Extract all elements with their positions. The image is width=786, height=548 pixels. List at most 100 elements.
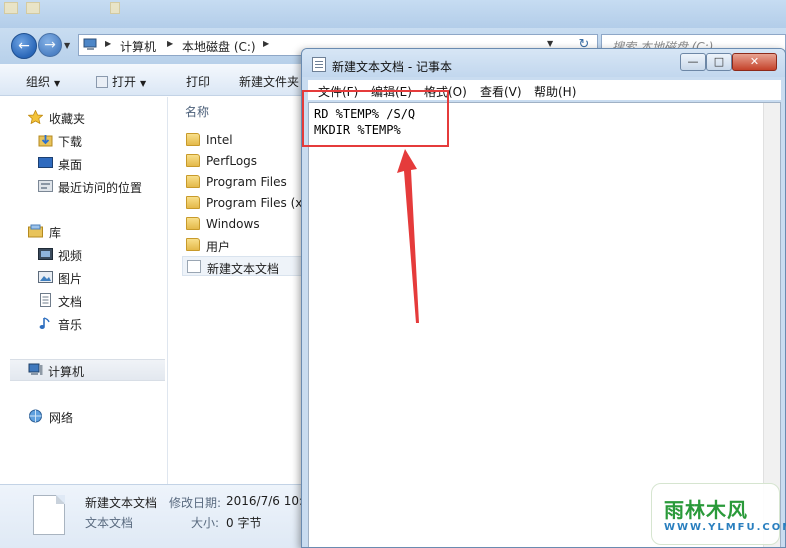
nav-libraries-label: 库 [49, 226, 62, 240]
folder-icon [186, 196, 200, 209]
nav-downloads[interactable]: 下载 [0, 130, 167, 150]
organize-button[interactable]: 组织 ▼ [26, 73, 60, 90]
chevron-down-icon: ▼ [54, 79, 61, 88]
watermark-text: 雨林木风 [664, 498, 748, 522]
print-button[interactable]: 打印 [186, 73, 210, 90]
breadcrumb-drive-c[interactable]: 本地磁盘 (C:) [182, 38, 256, 55]
open-label: 打开 [112, 75, 137, 89]
nav-pictures-label: 图片 [58, 272, 83, 286]
desktop-icon [38, 157, 53, 168]
network-icon [29, 409, 42, 423]
nav-desktop-label: 桌面 [58, 158, 83, 172]
nav-favorites[interactable]: 收藏夹 [0, 107, 167, 127]
file-row-new-text-document[interactable]: 新建文本文档 [182, 256, 308, 276]
back-button[interactable]: ← [11, 33, 37, 59]
music-icon [39, 317, 50, 329]
file-row-windows[interactable]: Windows [182, 214, 308, 234]
desktop-icon [4, 2, 18, 14]
desktop-icon [26, 2, 40, 14]
breadcrumb-computer[interactable]: 计算机 [120, 38, 156, 55]
arrow-right-icon: → [44, 37, 56, 53]
minimize-icon: — [687, 55, 699, 68]
new-folder-button[interactable]: 新建文件夹 [239, 73, 299, 90]
explorer-title-bar [0, 0, 786, 28]
nav-network[interactable]: 网络 [0, 406, 167, 426]
details-size-value: 0 字节 [226, 516, 262, 530]
chevron-down-icon: ▼ [140, 79, 147, 88]
red-arrow-icon [397, 149, 419, 323]
recent-pages-dropdown-icon[interactable]: ▼ [64, 41, 70, 50]
computer-icon [28, 363, 43, 375]
folder-icon [186, 154, 200, 167]
nav-libraries[interactable]: 库 [0, 221, 167, 241]
text-document-icon [187, 260, 201, 273]
folder-icon [186, 175, 200, 188]
vertical-scrollbar[interactable] [763, 103, 780, 547]
forward-button[interactable]: → [38, 33, 62, 57]
file-row-program-files-x86[interactable]: Program Files (x86) [182, 193, 308, 213]
nav-pictures[interactable]: 图片 [0, 267, 167, 287]
file-name: Intel [206, 133, 233, 147]
address-dropdown-icon[interactable]: ▼ [547, 39, 553, 48]
file-row-users[interactable]: 用户 [182, 235, 308, 255]
file-row-intel[interactable]: Intel [182, 130, 308, 150]
nav-videos-label: 视频 [58, 249, 83, 263]
menu-help[interactable]: 帮助(H) [534, 83, 576, 100]
nav-recent-label: 最近访问的位置 [58, 181, 143, 195]
notepad-text-area[interactable]: RD %TEMP% /S/Q MKDIR %TEMP% [308, 102, 781, 547]
nav-music[interactable]: 音乐 [0, 313, 167, 333]
maximize-icon: □ [713, 55, 725, 68]
video-icon [38, 248, 53, 260]
file-name: Program Files [206, 175, 287, 189]
folder-icon [186, 238, 200, 251]
nav-desktop[interactable]: 桌面 [0, 153, 167, 173]
folder-icon [186, 133, 200, 146]
notepad-title-bar[interactable]: 新建文本文档 - 记事本 — □ ✕ [302, 49, 785, 77]
navigation-pane: 收藏夹 下载 桌面 最近访问的位置 库 视频 图片 文档 音乐 计算机 网络 [0, 97, 168, 484]
downloads-folder-icon [38, 135, 53, 147]
close-icon: ✕ [749, 55, 760, 68]
details-file-type: 文本文档 [85, 516, 134, 530]
file-name: PerfLogs [206, 154, 258, 168]
nav-documents[interactable]: 文档 [0, 290, 167, 310]
open-icon [96, 76, 108, 88]
details-file-name: 新建文本文档 [85, 496, 158, 510]
file-name: Windows [206, 217, 260, 231]
organize-label: 组织 [26, 75, 51, 89]
star-icon [28, 110, 43, 124]
notepad-icon [312, 57, 326, 72]
column-header-name[interactable]: 名称 [185, 103, 209, 120]
file-name: 用户 [206, 240, 231, 254]
file-list: 名称 Intel PerfLogs Program Files Program … [168, 97, 308, 484]
text-document-icon [33, 495, 65, 535]
minimize-button[interactable]: — [680, 53, 706, 71]
nav-computer-label: 计算机 [48, 365, 85, 379]
recent-places-icon [38, 180, 53, 192]
file-row-perflogs[interactable]: PerfLogs [182, 151, 308, 171]
open-button[interactable]: 打开 ▼ [96, 73, 146, 90]
notepad-title: 新建文本文档 - 记事本 [332, 60, 452, 74]
document-icon [40, 293, 51, 307]
desktop-icon [110, 2, 120, 14]
details-modified-label: 修改日期: [169, 496, 222, 510]
nav-favorites-label: 收藏夹 [49, 112, 86, 126]
file-name: 新建文本文档 [207, 262, 280, 276]
nav-videos[interactable]: 视频 [0, 244, 167, 264]
breadcrumb-separator-icon[interactable]: ▶ [167, 39, 173, 48]
nav-computer[interactable]: 计算机 [10, 359, 165, 381]
menu-view[interactable]: 查看(V) [480, 83, 522, 100]
breadcrumb-separator-icon[interactable]: ▶ [105, 39, 111, 48]
file-row-program-files[interactable]: Program Files [182, 172, 308, 192]
arrow-left-icon: ← [18, 38, 30, 54]
nav-downloads-label: 下载 [58, 135, 83, 149]
watermark-logo: 雨林木风 WWW.YLMFU.COM [651, 483, 786, 545]
picture-icon [38, 271, 53, 283]
maximize-button[interactable]: □ [706, 53, 732, 71]
watermark-url: WWW.YLMFU.COM [664, 522, 786, 533]
nav-recent-places[interactable]: 最近访问的位置 [0, 176, 167, 196]
nav-network-label: 网络 [49, 411, 74, 425]
breadcrumb-separator-icon[interactable]: ▶ [263, 39, 269, 48]
nav-documents-label: 文档 [58, 295, 83, 309]
close-button[interactable]: ✕ [732, 53, 777, 71]
folder-icon [186, 217, 200, 230]
